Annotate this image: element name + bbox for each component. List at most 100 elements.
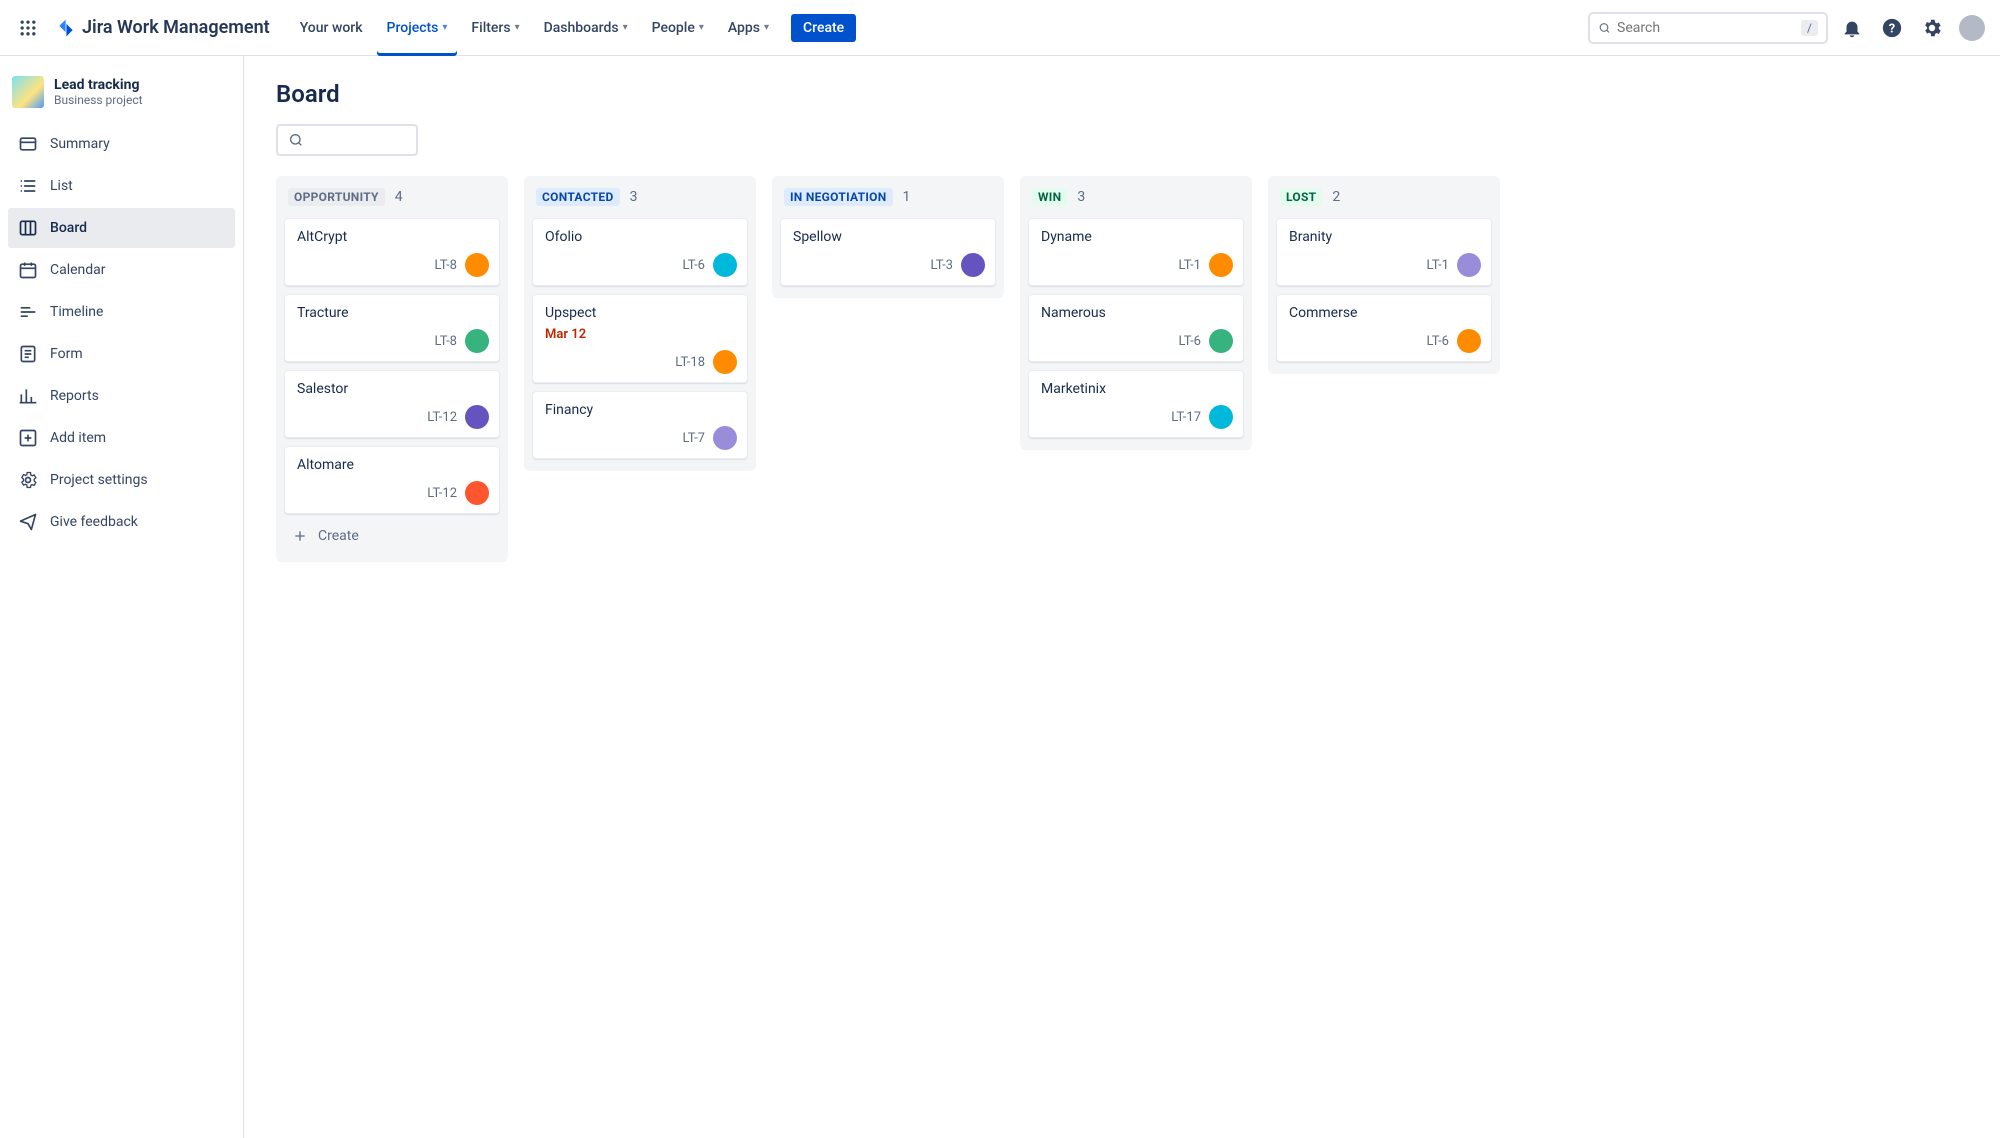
project-icon (12, 76, 44, 108)
app-switcher-icon[interactable] (12, 12, 44, 44)
assignee-avatar[interactable] (465, 481, 489, 505)
card[interactable]: OfolioLT-6 (532, 218, 748, 286)
sidebar-item-summary[interactable]: Summary (8, 124, 235, 164)
column-in-negotiation: IN NEGOTIATION1SpellowLT-3 (772, 176, 1004, 298)
sidebar-item-label: Timeline (50, 304, 103, 320)
sidebar-item-label: Form (50, 346, 83, 362)
create-button[interactable]: Create (791, 14, 856, 42)
card-title: Altomare (297, 457, 489, 473)
card-title: AltCrypt (297, 229, 489, 245)
form-icon (18, 344, 38, 364)
card-key: LT-6 (1179, 334, 1201, 349)
card-icon (18, 134, 38, 154)
sidebar-item-label: Board (50, 220, 87, 236)
sidebar-item-feedback[interactable]: Give feedback (8, 502, 235, 542)
feedback-icon (18, 512, 38, 532)
card-title: Namerous (1041, 305, 1233, 321)
reports-icon (18, 386, 38, 406)
svg-text:?: ? (1889, 21, 1895, 36)
card-key: LT-8 (435, 334, 457, 349)
sidebar-item-timeline[interactable]: Timeline (8, 292, 235, 332)
card[interactable]: TractureLT-8 (284, 294, 500, 362)
assignee-avatar[interactable] (1209, 253, 1233, 277)
card-key: LT-1 (1179, 258, 1201, 273)
project-header[interactable]: Lead tracking Business project (8, 76, 235, 124)
card-key: LT-12 (427, 486, 457, 501)
card[interactable]: BranityLT-1 (1276, 218, 1492, 286)
assignee-avatar[interactable] (713, 426, 737, 450)
card[interactable]: AltCrypt LT-8 (284, 218, 500, 286)
product-name: Jira Work Management (82, 17, 270, 38)
assignee-avatar[interactable] (465, 405, 489, 429)
profile-avatar[interactable] (1956, 12, 1988, 44)
help-icon[interactable]: ? (1876, 12, 1908, 44)
sidebar-item-label: List (50, 178, 73, 194)
nav-item-apps[interactable]: Apps▾ (718, 0, 779, 56)
column-count: 2 (1332, 189, 1340, 205)
settings-icon[interactable] (1916, 12, 1948, 44)
card-key: LT-6 (683, 258, 705, 273)
sidebar-item-calendar[interactable]: Calendar (8, 250, 235, 290)
board-search[interactable] (276, 124, 418, 156)
sidebar-item-board[interactable]: Board (8, 208, 235, 248)
board-icon (18, 218, 38, 238)
sidebar-item-label: Summary (50, 136, 110, 152)
card[interactable]: Commerse LT-6 (1276, 294, 1492, 362)
card[interactable]: FinancyLT-7 (532, 391, 748, 459)
assignee-avatar[interactable] (1457, 253, 1481, 277)
assignee-avatar[interactable] (713, 350, 737, 374)
assignee-avatar[interactable] (465, 329, 489, 353)
card[interactable]: Namerous LT-6 (1028, 294, 1244, 362)
nav-item-projects[interactable]: Projects▾ (377, 0, 458, 56)
card[interactable]: UpspectMar 12LT-18 (532, 294, 748, 383)
card-title: Commerse (1289, 305, 1481, 321)
chevron-down-icon: ▾ (699, 22, 704, 33)
column-count: 1 (903, 189, 911, 205)
sidebar-item-settings[interactable]: Project settings (8, 460, 235, 500)
nav-item-dashboards[interactable]: Dashboards▾ (534, 0, 638, 56)
sidebar-item-list[interactable]: List (8, 166, 235, 206)
assignee-avatar[interactable] (713, 253, 737, 277)
sidebar-item-label: Calendar (50, 262, 106, 278)
assignee-avatar[interactable] (1457, 329, 1481, 353)
assignee-avatar[interactable] (1209, 405, 1233, 429)
nav-item-people[interactable]: People▾ (642, 0, 714, 56)
card-title: Salestor (297, 381, 489, 397)
card[interactable]: MarketinixLT-17 (1028, 370, 1244, 438)
assignee-avatar[interactable] (961, 253, 985, 277)
assignee-avatar[interactable] (1209, 329, 1233, 353)
project-type: Business project (54, 93, 143, 107)
column-create-button[interactable]: Create (284, 522, 500, 550)
add-icon (18, 428, 38, 448)
sidebar-item-form[interactable]: Form (8, 334, 235, 374)
card-key: LT-17 (1171, 410, 1201, 425)
card[interactable]: SalestorLT-12 (284, 370, 500, 438)
notifications-icon[interactable] (1836, 12, 1868, 44)
chevron-down-icon: ▾ (515, 22, 520, 33)
main-content: Board OPPORTUNITY4AltCryptLT-8TractureLT… (244, 56, 2000, 1138)
product-logo[interactable]: Jira Work Management (48, 17, 278, 38)
chevron-down-icon: ▾ (442, 22, 447, 33)
card[interactable]: Altomare LT-12 (284, 446, 500, 514)
sidebar-item-add[interactable]: Add item (8, 418, 235, 458)
sidebar-item-reports[interactable]: Reports (8, 376, 235, 416)
card[interactable]: SpellowLT-3 (780, 218, 996, 286)
sidebar-item-label: Add item (50, 430, 106, 446)
card[interactable]: DynameLT-1 (1028, 218, 1244, 286)
calendar-icon (18, 260, 38, 280)
column-name: OPPORTUNITY (288, 188, 385, 206)
assignee-avatar[interactable] (465, 253, 489, 277)
top-nav: Jira Work Management Your workProjects▾F… (0, 0, 2000, 56)
card-key: LT-6 (1427, 334, 1449, 349)
settings-icon (18, 470, 38, 490)
nav-item-filters[interactable]: Filters▾ (461, 0, 529, 56)
column-count: 3 (1077, 189, 1085, 205)
global-search[interactable]: / (1588, 12, 1828, 44)
card-key: LT-8 (435, 258, 457, 273)
nav-item-your-work[interactable]: Your work (290, 0, 373, 56)
chevron-down-icon: ▾ (764, 22, 769, 33)
sidebar-item-label: Reports (50, 388, 99, 404)
card-title: Upspect (545, 305, 737, 321)
column-win: WIN3DynameLT-1NamerousLT-6MarketinixLT-1… (1020, 176, 1252, 450)
search-input[interactable] (1617, 20, 1795, 36)
